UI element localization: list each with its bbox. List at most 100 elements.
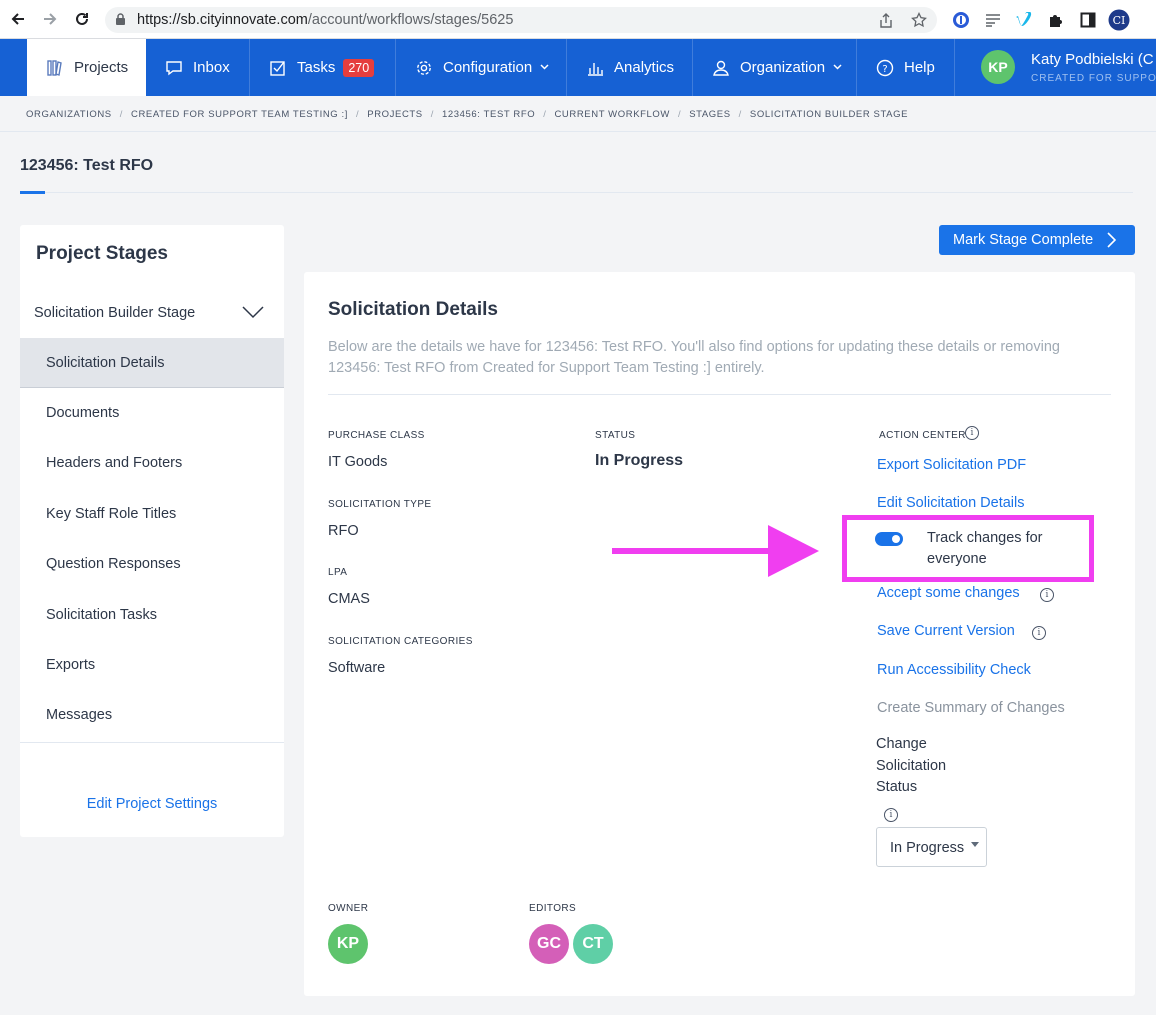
nav-organization[interactable]: Organization — [693, 39, 857, 96]
breadcrumb-separator: / — [430, 109, 434, 120]
sidebar-item-key-staff[interactable]: Key Staff Role Titles — [20, 489, 284, 539]
title-underline — [20, 191, 45, 194]
nav-tasks-label: Tasks — [297, 59, 336, 76]
vimeo-icon[interactable] — [1013, 9, 1035, 31]
stage-selector-label[interactable]: Solicitation Builder Stage — [34, 305, 195, 321]
info-icon[interactable]: i — [1040, 588, 1054, 602]
save-current-version-link[interactable]: Save Current Version — [877, 623, 1015, 639]
address-bar[interactable]: https://sb.cityinnovate.com/account/work… — [105, 7, 937, 33]
breadcrumb-separator: / — [543, 109, 547, 120]
breadcrumb-projects[interactable]: PROJECTS — [367, 109, 422, 120]
lock-icon — [115, 13, 126, 31]
user-name: Katy Podbielski (C — [1031, 51, 1154, 68]
organization-user-icon — [711, 58, 731, 78]
inbox-icon — [164, 58, 184, 78]
action-center-label: ACTION CENTER — [879, 430, 966, 441]
breadcrumb-separator: / — [677, 109, 682, 120]
info-icon[interactable]: i — [965, 426, 979, 440]
info-icon[interactable]: i — [1032, 626, 1046, 640]
change-status-word: Change — [876, 736, 927, 752]
breadcrumb-organizations[interactable]: ORGANIZATIONS — [26, 109, 112, 120]
bookmark-star-icon[interactable] — [910, 11, 928, 29]
status-value: In Progress — [595, 452, 684, 469]
lpa-label: LPA — [328, 567, 348, 578]
breadcrumb: ORGANIZATIONS / CREATED FOR SUPPORT TEAM T… — [26, 109, 908, 120]
share-icon[interactable] — [877, 11, 895, 29]
lpa-value: CMAS — [328, 591, 370, 607]
edit-solicitation-details-link[interactable]: Edit Solicitation Details — [877, 495, 1025, 511]
projects-icon — [45, 58, 65, 78]
owner-label: OWNER — [328, 903, 369, 914]
sidebar-title: Project Stages — [36, 243, 168, 264]
editor-avatar[interactable]: GC — [529, 924, 569, 964]
run-accessibility-check-link[interactable]: Run Accessibility Check — [877, 662, 1031, 678]
caret-down-icon — [971, 842, 979, 847]
owner-avatar[interactable]: KP — [328, 924, 368, 964]
solicitation-type-label: SOLICITATION TYPE — [328, 499, 432, 510]
reload-icon[interactable] — [72, 9, 92, 29]
sidebar-item-headers-footers[interactable]: Headers and Footers — [20, 438, 284, 488]
sidebar-item-solicitation-details[interactable]: Solicitation Details — [20, 338, 284, 388]
sidebar-item-solicitation-tasks[interactable]: Solicitation Tasks — [20, 590, 284, 640]
nav-help-label: Help — [904, 59, 935, 76]
forward-icon[interactable] — [40, 9, 60, 29]
breadcrumb-separator: / — [738, 109, 742, 120]
breadcrumb-organization[interactable]: CREATED FOR SUPPORT TEAM TESTING :] — [131, 109, 348, 120]
password-manager-icon[interactable] — [950, 9, 972, 31]
card-description: Below are the details we have for 123456… — [328, 339, 1060, 376]
nav-projects[interactable]: Projects — [27, 39, 146, 96]
chevron-down-icon — [540, 62, 549, 73]
export-solicitation-pdf-link[interactable]: Export Solicitation PDF — [877, 457, 1026, 473]
info-icon[interactable]: i — [884, 808, 898, 822]
categories-label: SOLICITATION CATEGORIES — [328, 636, 473, 647]
card-title: Solicitation Details — [328, 299, 498, 320]
accept-some-changes-link[interactable]: Accept some changes — [877, 585, 1020, 601]
breadcrumb-stages[interactable]: STAGES — [689, 109, 730, 120]
breadcrumb-separator: / — [356, 109, 360, 120]
nav-analytics-label: Analytics — [614, 59, 675, 76]
categories-value: Software — [328, 660, 386, 676]
annotation-arrow-icon — [612, 525, 822, 582]
card-divider — [328, 394, 1111, 395]
change-status-label: Change Solicitation Status — [876, 734, 956, 799]
nav-tasks[interactable]: Tasks 270 — [250, 39, 396, 96]
extensions-puzzle-icon[interactable] — [1045, 9, 1067, 31]
chevron-down-icon[interactable] — [242, 305, 264, 324]
nav-projects-label: Projects — [74, 59, 129, 76]
editor-avatar[interactable]: CT — [573, 924, 613, 964]
breadcrumb-current-stage: SOLICITATION BUILDER STAGE — [749, 109, 909, 120]
back-icon[interactable] — [8, 9, 28, 29]
app-navbar: Projects Inbox Tasks 270 Configuration A… — [0, 39, 1156, 96]
purchase-class-label: PURCHASE CLASS — [328, 430, 425, 441]
change-status-word: Solicitation — [876, 757, 947, 774]
nav-help[interactable]: ? Help — [857, 39, 955, 96]
breadcrumb-project[interactable]: 123456: TEST RFO — [442, 109, 535, 120]
status-select[interactable]: In Progress — [876, 827, 987, 867]
editors-label: EDITORS — [529, 903, 577, 914]
edit-project-settings-link[interactable]: Edit Project Settings — [20, 796, 284, 812]
avatar: KP — [981, 50, 1015, 84]
chevron-down-icon — [833, 62, 842, 73]
sidebar-item-documents[interactable]: Documents — [20, 388, 284, 438]
mark-stage-complete-button[interactable]: Mark Stage Complete — [939, 225, 1135, 255]
analytics-icon — [585, 58, 605, 78]
sidebar-item-question-responses[interactable]: Question Responses — [20, 539, 284, 589]
reader-list-icon[interactable] — [982, 9, 1004, 31]
nav-inbox[interactable]: Inbox — [146, 39, 250, 96]
status-label: STATUS — [595, 430, 636, 441]
chevron-right-icon — [1107, 232, 1117, 252]
breadcrumb-workflow[interactable]: CURRENT WORKFLOW — [554, 109, 670, 120]
nav-configuration[interactable]: Configuration — [396, 39, 567, 96]
profile-icon[interactable]: CI — [1108, 9, 1130, 31]
solicitation-type-value: RFO — [328, 523, 359, 539]
tasks-count-badge: 270 — [343, 58, 375, 77]
url-path: /account/workflows/stages/5625 — [307, 12, 514, 28]
sidepanel-icon[interactable] — [1077, 9, 1099, 31]
nav-analytics[interactable]: Analytics — [567, 39, 693, 96]
sidebar-divider — [20, 742, 284, 743]
svg-text:CI: CI — [1113, 14, 1126, 27]
url-text: https://sb.cityinnovate.com/account/work… — [137, 12, 513, 28]
sidebar-item-exports[interactable]: Exports — [20, 640, 284, 690]
url-host: https://sb.cityinnovate.com — [137, 12, 308, 28]
sidebar-item-messages[interactable]: Messages — [20, 690, 284, 740]
